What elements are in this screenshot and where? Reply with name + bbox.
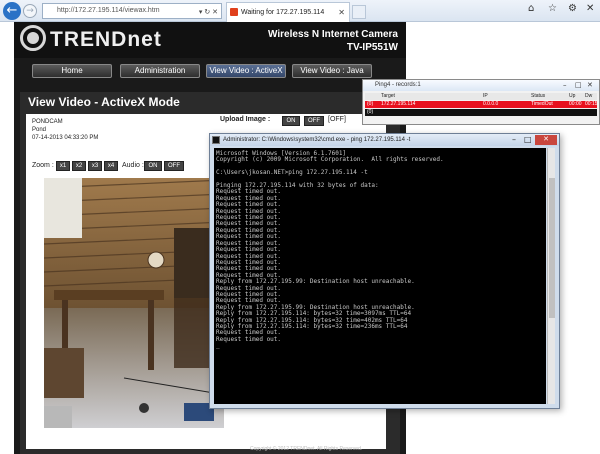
ping4-titlebar[interactable]: Ping4 - records:1 – □ ✕ (363, 80, 599, 91)
back-button[interactable]: ← (3, 2, 21, 20)
minimize-icon[interactable]: – (563, 80, 567, 91)
camera-name: PONDCAM (32, 119, 63, 125)
camera-timestamp: 07-14-2013 04:33:20 PM (32, 135, 99, 141)
zoom-x4-button[interactable]: x4 (104, 161, 118, 171)
nav-home[interactable]: Home (32, 64, 112, 78)
audio-on-button[interactable]: ON (144, 161, 162, 171)
home-icon[interactable]: ⌂ (528, 3, 534, 14)
zoom-label: Zoom : (32, 162, 54, 169)
close-icon[interactable]: ✕ (535, 135, 557, 145)
row-ip: 0.0.0.0 (483, 101, 499, 107)
scroll-thumb[interactable] (549, 178, 555, 318)
product-title: Wireless N Internet Camera TV-IP551W (268, 28, 398, 54)
row-index: (0) (367, 101, 374, 107)
page-title: View Video - ActiveX Mode (28, 95, 180, 109)
brand-logo: TRENDnet (50, 28, 162, 51)
tab-title: Waiting for 172.27.195.114 (241, 9, 325, 16)
address-controls[interactable]: ▾ ↻ ✕ (199, 6, 218, 18)
screen: ← → http://172.27.195.114/viewax.htm ▾ ↻… (0, 0, 600, 454)
video-frame-image (44, 178, 224, 428)
cmd-titlebar[interactable]: Administrator: C:\Windows\system32\cmd.e… (210, 134, 559, 146)
column-target[interactable]: Target (381, 93, 395, 100)
row-status: TimedOut (531, 101, 553, 107)
copyright-text: Copyright © 2012 TRENDnet. All Rights Re… (250, 446, 363, 452)
row-dw: 00:15 (585, 101, 598, 107)
console-output[interactable]: Microsoft Windows [Version 6.1.7601] Copy… (214, 148, 546, 404)
zoom-x2-button[interactable]: x2 (72, 161, 86, 171)
maximize-icon[interactable]: □ (524, 134, 532, 146)
nav-view-video-java[interactable]: View Video : Java (292, 64, 372, 78)
upload-state: [OFF] (328, 116, 346, 123)
forward-button[interactable]: → (23, 4, 37, 18)
upload-on-button[interactable]: ON (282, 116, 300, 126)
live-video-feed (44, 178, 224, 428)
column-status[interactable]: Status (531, 93, 545, 100)
row-up: 00:00 (569, 101, 582, 107)
scrollbar[interactable] (547, 148, 555, 404)
browser-toolbar: ← → http://172.27.195.114/viewax.htm ▾ ↻… (0, 0, 600, 22)
table-row[interactable]: (0) (365, 109, 597, 116)
browser-tab[interactable]: Waiting for 172.27.195.114 ✕ (226, 2, 350, 22)
upload-image-label: Upload Image : (220, 116, 271, 123)
minimize-icon[interactable]: – (512, 134, 516, 146)
audio-off-button[interactable]: OFF (164, 161, 184, 171)
cmd-title: Administrator: C:\Windows\system32\cmd.e… (223, 137, 411, 143)
new-tab-button[interactable] (352, 5, 366, 19)
cmd-window: Administrator: C:\Windows\system32\cmd.e… (209, 133, 560, 409)
camera-location: Pond (32, 127, 47, 133)
trendnet-logo-icon (20, 25, 46, 51)
main-nav: Home Administration View Video : ActiveX… (14, 60, 406, 82)
audio-label: Audio : (122, 162, 144, 169)
console-text: Microsoft Windows [Version 6.1.7601] Copy… (216, 150, 444, 350)
header: TRENDnet Wireless N Internet Camera TV-I… (14, 22, 406, 58)
maximize-icon[interactable]: □ (575, 80, 582, 91)
nav-administration[interactable]: Administration (120, 64, 200, 78)
tab-close-icon[interactable]: ✕ (338, 3, 345, 22)
column-ip[interactable]: IP (483, 93, 488, 100)
ping4-title: Ping4 - records:1 (375, 82, 421, 88)
table-row[interactable]: (0) 172.27.195.114 0.0.0.0 TimedOut 00:0… (365, 101, 598, 108)
column-dw[interactable]: Dw (585, 93, 592, 100)
product-name: Wireless N Internet Camera (268, 29, 398, 40)
ping4-table-header: Target IP Status Up Dw (365, 93, 597, 100)
row-target: 172.27.195.114 (381, 101, 416, 107)
ping4-window: Ping4 - records:1 – □ ✕ Target IP Status… (362, 79, 600, 125)
gear-icon[interactable]: ⚙ (568, 3, 577, 14)
camera-info: PONDCAM Pond 07-14-2013 04:33:20 PM (32, 118, 98, 142)
favicon-icon (230, 8, 238, 16)
upload-off-button[interactable]: OFF (304, 116, 324, 126)
address-bar[interactable]: http://172.27.195.114/viewax.htm ▾ ↻ ✕ (42, 3, 222, 19)
url-text: http://172.27.195.114/viewax.htm (57, 7, 160, 14)
console-line: _ (216, 342, 220, 350)
nav-view-video-activex[interactable]: View Video : ActiveX (206, 64, 286, 78)
close-window-icon[interactable]: ✕ (586, 3, 594, 14)
favorites-star-icon[interactable]: ☆ (548, 3, 557, 14)
model-name: TV-IP551W (346, 42, 398, 53)
close-icon[interactable]: ✕ (587, 80, 593, 91)
console-line: Copyright (c) 2009 Microsoft Corporation… (216, 156, 444, 164)
cmd-icon (212, 136, 220, 144)
column-up[interactable]: Up (569, 93, 575, 100)
row-index: (0) (367, 109, 374, 115)
zoom-x1-button[interactable]: x1 (56, 161, 70, 171)
zoom-x3-button[interactable]: x3 (88, 161, 102, 171)
